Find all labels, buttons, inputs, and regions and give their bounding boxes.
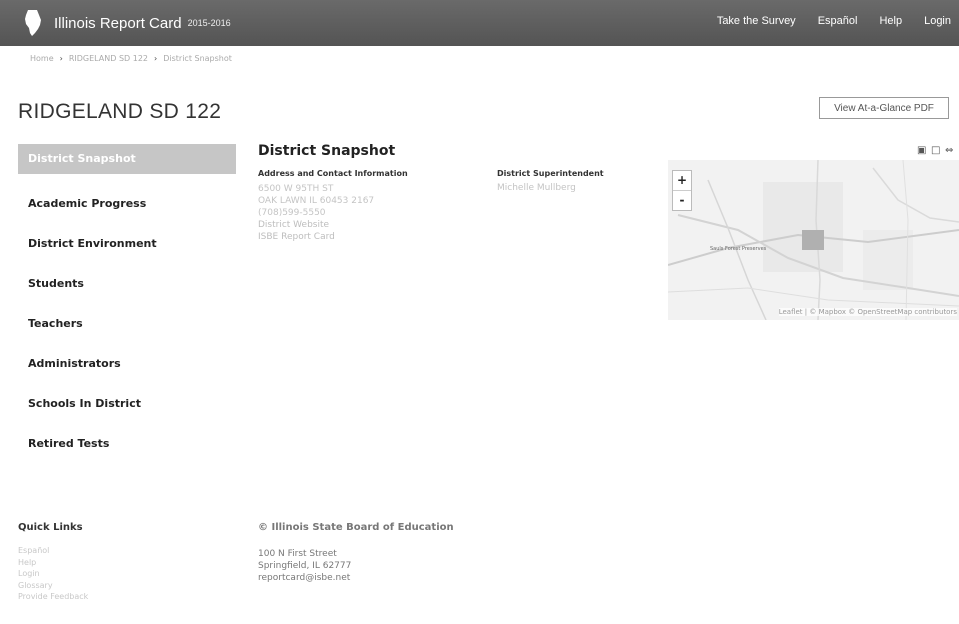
sidebar-item-students[interactable]: Students	[18, 264, 236, 304]
expand-icon[interactable]: ⇔	[945, 145, 955, 157]
take-survey-link[interactable]: Take the Survey	[717, 15, 796, 27]
quick-link-login[interactable]: Login	[18, 568, 88, 580]
quick-links-title: Quick Links	[18, 522, 83, 533]
sidebar-item-district-snapshot[interactable]: District Snapshot	[18, 144, 236, 174]
view-pdf-button[interactable]: View At-a-Glance PDF	[819, 97, 949, 119]
isbe-report-card-link[interactable]: ISBE Report Card	[258, 231, 374, 243]
document-icon[interactable]: □	[931, 145, 941, 157]
top-navbar: Illinois Report Card 2015-2016 Take the …	[0, 0, 959, 46]
quick-link-espanol[interactable]: Español	[18, 545, 88, 557]
top-nav-links: Take the Survey Español Help Login	[717, 15, 951, 27]
sidebar-item-retired-tests[interactable]: Retired Tests	[18, 424, 236, 464]
site-brand: Illinois Report Card	[54, 14, 182, 32]
breadcrumb: Home › RIDGELAND SD 122 › District Snaps…	[30, 54, 232, 63]
page-title: RIDGELAND SD 122	[18, 100, 222, 123]
quick-links-list: Español Help Login Glossary Provide Feed…	[18, 545, 88, 603]
address-phone: (708)599-5550	[258, 208, 326, 218]
section-title: District Snapshot	[258, 143, 396, 159]
isbe-address: 100 N First Street Springfield, IL 62777…	[258, 548, 351, 584]
espanol-link[interactable]: Español	[818, 15, 858, 27]
isbe-street: 100 N First Street	[258, 549, 337, 559]
map-toolbar: ▣ □ ⇔	[917, 145, 955, 157]
isbe-email[interactable]: reportcard@isbe.net	[258, 572, 351, 584]
site-logo[interactable]: Illinois Report Card 2015-2016	[22, 9, 231, 37]
map-place-label: Sauls Forest Preserves	[710, 246, 767, 252]
quick-link-provide-feedback[interactable]: Provide Feedback	[18, 591, 88, 603]
print-icon[interactable]: ▣	[917, 145, 927, 157]
quick-link-glossary[interactable]: Glossary	[18, 580, 88, 592]
zoom-in-button[interactable]: +	[673, 171, 691, 190]
breadcrumb-current: District Snapshot	[163, 54, 232, 63]
map-tiles: Sauls Forest Preserves	[668, 160, 959, 320]
breadcrumb-separator: ›	[59, 54, 63, 63]
isbe-copyright: © Illinois State Board of Education	[258, 522, 454, 533]
map-attribution[interactable]: Leaflet | © Mapbox © OpenStreetMap contr…	[778, 308, 957, 316]
district-map[interactable]: Sauls Forest Preserves	[668, 160, 959, 320]
sidebar-item-administrators[interactable]: Administrators	[18, 344, 236, 384]
map-zoom-control: + -	[672, 170, 692, 211]
breadcrumb-district[interactable]: RIDGELAND SD 122	[69, 54, 148, 63]
sidebar-item-district-environment[interactable]: District Environment	[18, 224, 236, 264]
zoom-out-button[interactable]: -	[673, 190, 691, 210]
sidebar-nav: District Snapshot Academic Progress Dist…	[18, 144, 236, 464]
address-block: 6500 W 95TH ST OAK LAWN IL 60453 2167 (7…	[258, 183, 374, 243]
address-city: OAK LAWN IL 60453 2167	[258, 196, 375, 206]
sidebar-item-academic-progress[interactable]: Academic Progress	[18, 184, 236, 224]
superintendent-heading: District Superintendent	[497, 169, 604, 178]
address-heading: Address and Contact Information	[258, 169, 408, 178]
superintendent-name: Michelle Mullberg	[497, 183, 576, 193]
help-link[interactable]: Help	[879, 15, 902, 27]
breadcrumb-separator: ›	[154, 54, 158, 63]
sidebar-item-schools-in-district[interactable]: Schools In District	[18, 384, 236, 424]
breadcrumb-home[interactable]: Home	[30, 54, 54, 63]
address-street: 6500 W 95TH ST	[258, 184, 334, 194]
illinois-state-icon	[25, 10, 41, 36]
quick-link-help[interactable]: Help	[18, 557, 88, 569]
isbe-city: Springfield, IL 62777	[258, 561, 352, 571]
login-link[interactable]: Login	[924, 15, 951, 27]
report-years: 2015-2016	[187, 18, 231, 28]
district-website-link[interactable]: District Website	[258, 219, 374, 231]
district-marker[interactable]	[802, 230, 824, 250]
sidebar-item-teachers[interactable]: Teachers	[18, 304, 236, 344]
